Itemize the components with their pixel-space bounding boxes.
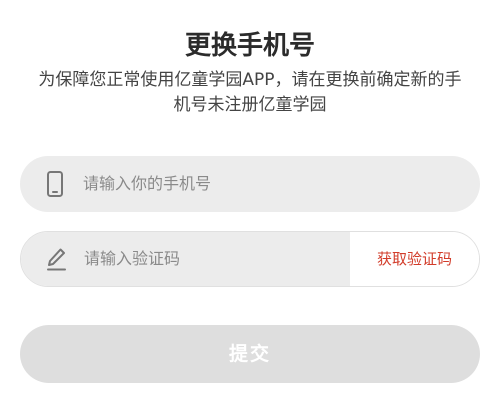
description-line-1: 为保障您正常使用亿童学园APP，请在更换前确定新的手 (38, 70, 462, 90)
phone-input-field[interactable]: 请输入你的手机号 (20, 156, 480, 212)
page-title: 更换手机号 (184, 31, 315, 61)
verification-code-input[interactable]: 请输入验证码 (21, 232, 352, 286)
submit-button[interactable]: 提交 (20, 325, 480, 383)
verification-code-placeholder: 请输入验证码 (84, 249, 181, 268)
phone-input-placeholder: 请输入你的手机号 (83, 174, 212, 193)
get-verification-code-button[interactable]: 获取验证码 (350, 232, 479, 286)
page-description: 为保障您正常使用亿童学园APP，请在更换前确定新的手 机号未注册亿童学园 (22, 68, 478, 118)
verification-code-field: 请输入验证码 获取验证码 (20, 231, 480, 287)
description-line-2: 机号未注册亿童学园 (173, 95, 327, 115)
mobile-phone-icon (44, 171, 66, 197)
pencil-icon (45, 246, 67, 272)
